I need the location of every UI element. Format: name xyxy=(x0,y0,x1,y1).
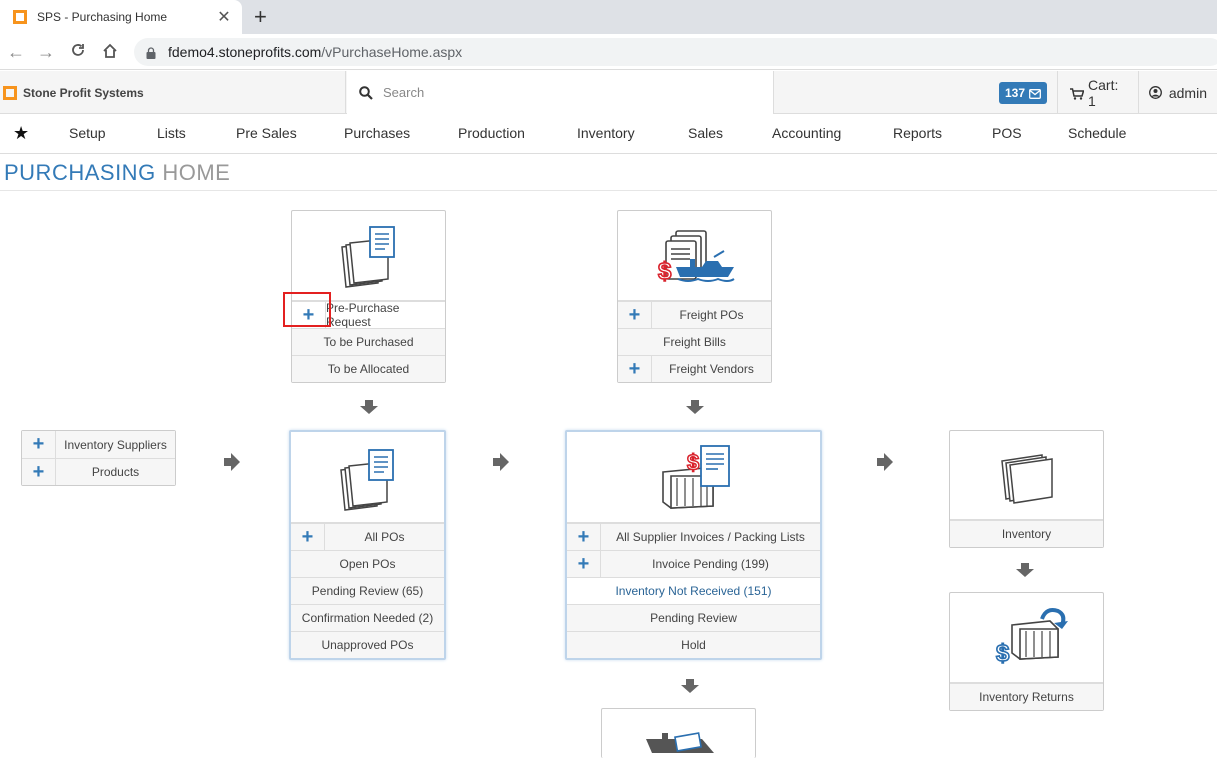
shipping-card xyxy=(601,708,756,758)
freight-pos-row[interactable]: + Freight POs xyxy=(618,301,771,328)
returns-container-icon[interactable]: $ xyxy=(950,593,1103,683)
freight-card: $ + Freight POs Freight Bills + Freight … xyxy=(617,210,772,383)
container-invoice-icon[interactable]: $ xyxy=(567,432,820,523)
to-be-purchased-row[interactable]: To be Purchased xyxy=(292,328,445,355)
user-name: admin xyxy=(1168,84,1207,101)
inventory-card: Inventory xyxy=(949,430,1104,548)
title-divider xyxy=(0,190,1217,191)
cart-button[interactable]: Cart: 1 xyxy=(1057,71,1138,114)
add-product-plus-icon[interactable]: + xyxy=(22,459,56,485)
unapproved-pos-row[interactable]: Unapproved POs xyxy=(291,631,444,658)
header-right: 137 Cart: 1 admin xyxy=(985,71,1217,114)
freight-bills-row[interactable]: Freight Bills xyxy=(618,328,771,355)
app-header: Stone Profit Systems 137 Cart: 1 admin xyxy=(0,71,1217,114)
nav-schedule[interactable]: Schedule xyxy=(1068,125,1126,141)
nav-accounting[interactable]: Accounting xyxy=(772,125,841,141)
nav-inventory[interactable]: Inventory xyxy=(577,125,635,141)
products-row[interactable]: + Products xyxy=(22,458,175,485)
favicon-icon xyxy=(13,10,27,24)
suppliers-box: + Inventory Suppliers + Products xyxy=(21,430,176,486)
inventory-suppliers-row[interactable]: + Inventory Suppliers xyxy=(22,431,175,458)
all-pos-row[interactable]: + All POs xyxy=(291,523,444,550)
hold-row[interactable]: Hold xyxy=(567,631,820,658)
main-nav: ★ Setup Lists Pre Sales Purchases Produc… xyxy=(0,114,1217,154)
nav-setup[interactable]: Setup xyxy=(69,125,106,141)
po-card: + All POs Open POs Pending Review (65) C… xyxy=(289,430,446,660)
address-bar: ← → fdemo4.stoneprofits.com/vPurchaseHom… xyxy=(0,34,1217,70)
svg-text:$: $ xyxy=(658,258,672,285)
svg-text:$: $ xyxy=(687,450,699,475)
add-supplier-plus-icon[interactable]: + xyxy=(22,431,56,458)
cart-icon xyxy=(1070,87,1085,100)
add-po-plus-icon[interactable]: + xyxy=(291,524,325,550)
tab-title: SPS - Purchasing Home xyxy=(37,10,168,24)
new-tab-icon[interactable]: + xyxy=(254,4,267,30)
inventory-not-received-link[interactable]: Inventory Not Received (151) xyxy=(567,577,820,604)
home-icon[interactable] xyxy=(100,42,120,62)
ship-icon[interactable] xyxy=(602,709,755,759)
add-freight-vendor-plus-icon[interactable]: + xyxy=(618,356,652,382)
invoice-card: $ + All Supplier Invoices / Packing List… xyxy=(565,430,822,660)
notification-count: 137 xyxy=(1005,85,1026,100)
cart-label: Cart: 1 xyxy=(1088,76,1119,109)
add-invoice-plus-icon[interactable]: + xyxy=(567,524,601,550)
invoice-pending-review-row[interactable]: Pending Review xyxy=(567,604,820,631)
brand[interactable]: Stone Profit Systems xyxy=(0,71,346,114)
highlight-box xyxy=(283,292,331,327)
back-icon[interactable]: ← xyxy=(6,42,26,62)
nav-production[interactable]: Production xyxy=(458,125,525,141)
all-supplier-invoices-row[interactable]: + All Supplier Invoices / Packing Lists xyxy=(567,523,820,550)
documents-icon[interactable] xyxy=(291,432,444,523)
nav-pos[interactable]: POS xyxy=(992,125,1022,141)
nav-lists[interactable]: Lists xyxy=(157,125,186,141)
inventory-row[interactable]: Inventory xyxy=(950,520,1103,547)
forward-icon[interactable]: → xyxy=(36,42,56,62)
favorites-star-icon[interactable]: ★ xyxy=(13,123,29,144)
page-title: PURCHASING HOME xyxy=(4,160,231,185)
freight-ship-icon[interactable]: $ xyxy=(618,211,771,301)
search-box xyxy=(347,71,774,114)
nav-sales[interactable]: Sales xyxy=(688,125,723,141)
nav-purchases[interactable]: Purchases xyxy=(344,125,410,141)
brand-name: Stone Profit Systems xyxy=(23,85,144,100)
notification-badge[interactable]: 137 xyxy=(999,81,1048,104)
svg-text:$: $ xyxy=(996,640,1010,667)
add-freight-po-plus-icon[interactable]: + xyxy=(618,302,652,328)
nav-reports[interactable]: Reports xyxy=(893,125,942,141)
open-pos-row[interactable]: Open POs xyxy=(291,550,444,577)
user-icon xyxy=(1148,86,1162,99)
search-icon xyxy=(359,85,373,100)
inventory-slabs-icon[interactable] xyxy=(950,431,1103,520)
add-invoice-pending-plus-icon[interactable]: + xyxy=(567,551,601,577)
user-menu[interactable]: admin xyxy=(1137,71,1217,114)
documents-icon[interactable] xyxy=(292,211,445,301)
invoice-pending-row[interactable]: + Invoice Pending (199) xyxy=(567,550,820,577)
freight-vendors-row[interactable]: + Freight Vendors xyxy=(618,355,771,382)
url-field[interactable]: fdemo4.stoneprofits.com/vPurchaseHome.as… xyxy=(134,38,1217,66)
nav-pre-sales[interactable]: Pre Sales xyxy=(236,125,297,141)
inventory-returns-card: $ Inventory Returns xyxy=(949,592,1104,711)
inventory-returns-row[interactable]: Inventory Returns xyxy=(950,683,1103,710)
url-path: /vPurchaseHome.aspx xyxy=(321,44,463,60)
url-host: fdemo4.stoneprofits.com xyxy=(168,44,322,60)
browser-tabstrip: SPS - Purchasing Home ✕ + xyxy=(0,0,1217,34)
reload-icon[interactable] xyxy=(68,42,88,62)
search-input[interactable] xyxy=(383,85,763,100)
envelope-icon xyxy=(1029,88,1041,99)
logo-icon xyxy=(3,85,17,100)
lock-icon xyxy=(146,46,156,59)
to-be-allocated-row[interactable]: To be Allocated xyxy=(292,355,445,382)
confirmation-needed-row[interactable]: Confirmation Needed (2) xyxy=(291,604,444,631)
pending-review-row[interactable]: Pending Review (65) xyxy=(291,577,444,604)
close-tab-icon[interactable]: ✕ xyxy=(212,7,236,27)
browser-tab[interactable]: SPS - Purchasing Home ✕ xyxy=(0,0,242,34)
